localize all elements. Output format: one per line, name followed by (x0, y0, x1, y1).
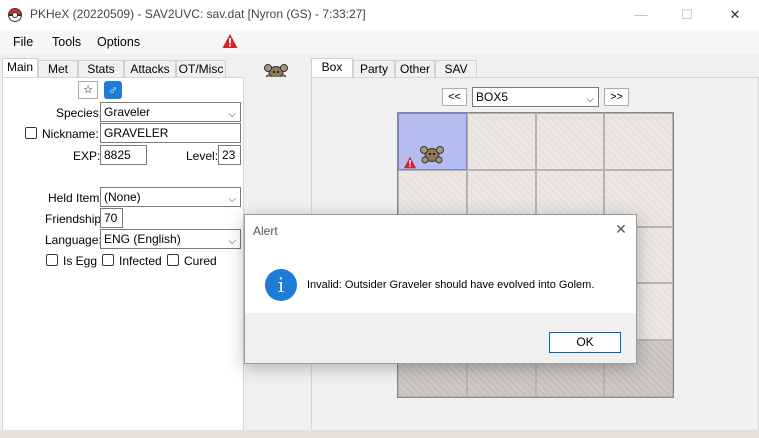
box-select-value: BOX5 (476, 90, 509, 104)
menu-tools[interactable]: Tools (52, 35, 81, 49)
pokeball-app-icon (8, 8, 22, 22)
ok-button[interactable]: OK (549, 332, 621, 353)
dialog-message: Invalid: Outsider Graveler should have e… (307, 279, 595, 291)
warning-icon[interactable] (222, 33, 238, 49)
box-slot[interactable] (466, 113, 536, 170)
close-window-button[interactable]: ✕ (712, 0, 758, 30)
previous-box-button[interactable]: << (442, 88, 467, 106)
gender-male-button[interactable]: ♂ (104, 81, 122, 99)
species-select[interactable]: Graveler ⌵ (100, 102, 241, 122)
alert-dialog: Alert ✕ i Invalid: Outsider Graveler sho… (244, 214, 637, 364)
infected-label: Infected (119, 254, 162, 268)
nickname-input[interactable]: GRAVELER (100, 123, 241, 143)
tab-party[interactable]: Party (353, 60, 395, 78)
window-title: PKHeX (20220509) - SAV2UVC: sav.dat [Nyr… (30, 7, 366, 21)
title-bar: PKHeX (20220509) - SAV2UVC: sav.dat [Nyr… (0, 0, 759, 30)
is-egg-checkbox[interactable] (46, 254, 58, 266)
tab-main[interactable]: Main (2, 58, 38, 79)
menu-bar: File Tools Options (0, 30, 759, 54)
box-slot[interactable] (398, 113, 467, 170)
dialog-close-button[interactable]: ✕ (610, 221, 632, 238)
level-input[interactable]: 23 (218, 145, 241, 165)
held-item-select[interactable]: (None) ⌵ (100, 187, 241, 207)
shiny-toggle-button[interactable]: ☆ (78, 81, 98, 99)
box-slot[interactable] (604, 113, 673, 170)
dialog-footer: OK (245, 313, 636, 363)
box-slot[interactable] (535, 113, 605, 170)
warning-icon (403, 156, 417, 169)
tab-ot-misc[interactable]: OT/Misc (176, 60, 226, 78)
cured-label: Cured (184, 254, 217, 268)
held-item-value: (None) (104, 190, 141, 204)
exp-label: EXP: (73, 149, 101, 163)
tab-met[interactable]: Met (38, 60, 78, 78)
info-icon: i (265, 269, 297, 301)
tab-other[interactable]: Other (395, 60, 435, 78)
species-value: Graveler (104, 105, 151, 119)
graveler-slot-sprite (420, 146, 444, 164)
minimize-button[interactable]: — (618, 0, 664, 30)
cured-checkbox[interactable] (167, 254, 179, 266)
nickname-label: Nickname: (42, 127, 99, 141)
dialog-title: Alert (253, 224, 278, 238)
next-box-button[interactable]: >> (604, 88, 629, 106)
species-label: Species: (56, 106, 103, 120)
tab-stats[interactable]: Stats (78, 60, 124, 78)
exp-input[interactable]: 8825 (100, 145, 147, 165)
friendship-input[interactable]: 70 (100, 208, 123, 228)
box-select[interactable]: BOX5 ⌵ (472, 87, 599, 107)
language-label: Language: (45, 233, 102, 247)
maximize-button[interactable]: ☐ (664, 0, 710, 30)
chevron-down-icon: ⌵ (586, 94, 594, 105)
partially-hidden-list-strip (0, 430, 759, 438)
chevron-down-icon: ⌵ (228, 194, 236, 205)
menu-options[interactable]: Options (97, 35, 140, 49)
nickname-checkbox[interactable] (25, 127, 37, 139)
infected-checkbox[interactable] (102, 254, 114, 266)
is-egg-label: Is Egg (63, 254, 98, 268)
level-label: Level: (186, 149, 219, 163)
chevron-down-icon: ⌵ (228, 109, 236, 120)
language-select[interactable]: ENG (English) ⌵ (100, 229, 241, 249)
chevron-down-icon: ⌵ (228, 236, 236, 247)
tab-box[interactable]: Box (311, 58, 353, 79)
tab-sav[interactable]: SAV (435, 60, 477, 78)
language-value: ENG (English) (104, 232, 181, 246)
friendship-label: Friendship: (45, 212, 105, 226)
menu-file[interactable]: File (13, 35, 33, 49)
held-item-label: Held Item: (48, 191, 103, 205)
tab-attacks[interactable]: Attacks (124, 60, 176, 78)
